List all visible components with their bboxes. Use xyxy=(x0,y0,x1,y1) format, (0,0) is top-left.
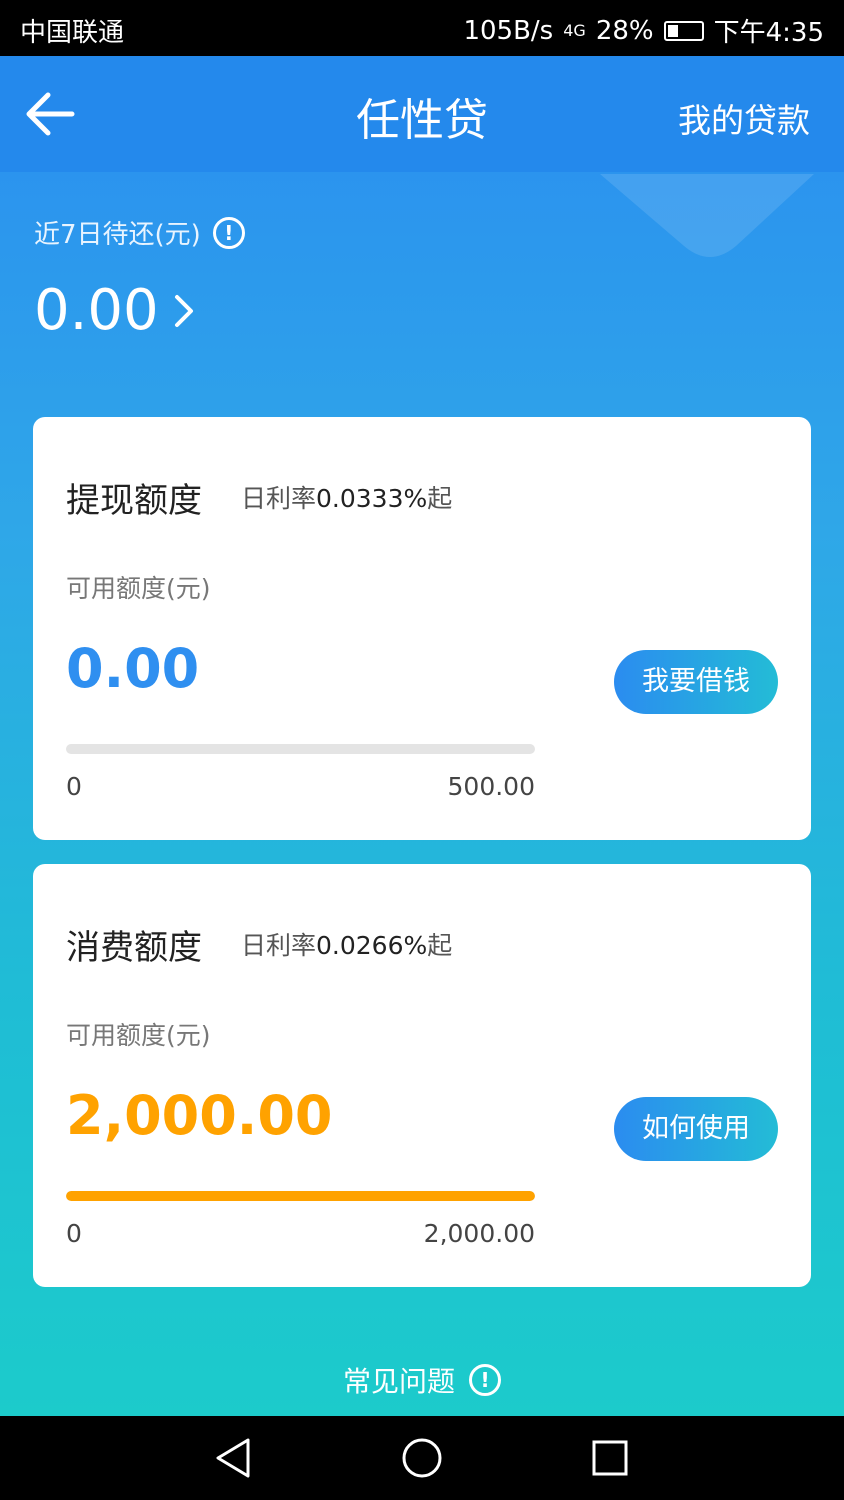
status-icons: 105B/s 4G 28% 下午4:35 xyxy=(463,12,824,49)
borrow-button[interactable]: 我要借钱 xyxy=(614,650,778,714)
cash-credit-card: 提现额度 日利率0.0333%起 可用额度(元) 0.00 我要借钱 0 500… xyxy=(33,417,811,840)
rate-suffix: 起 xyxy=(427,931,453,960)
card-title: 提现额度 xyxy=(66,481,202,521)
network-type: 4G xyxy=(563,21,586,40)
available-amount: 0.00 xyxy=(66,637,200,700)
chevron-right-icon xyxy=(174,294,193,327)
my-loans-link[interactable]: 我的贷款 xyxy=(678,94,810,142)
credit-progress-bar xyxy=(66,744,535,754)
rate-suffix: 起 xyxy=(427,484,453,513)
available-label: 可用额度(元) xyxy=(66,574,211,603)
info-icon[interactable]: ! xyxy=(212,216,245,249)
due-label-row: 近7日待还(元) ! xyxy=(34,214,245,251)
daily-rate: 日利率0.0266%起 xyxy=(241,926,452,962)
progress-min: 0 xyxy=(66,1219,82,1248)
clock: 下午4:35 xyxy=(713,18,824,48)
decorative-shape xyxy=(600,174,814,257)
rate-prefix: 日利率 xyxy=(241,484,317,513)
due-label: 近7日待还(元) xyxy=(34,220,201,250)
available-label: 可用额度(元) xyxy=(66,1021,211,1050)
credit-progress-bar xyxy=(66,1191,535,1201)
rate-prefix: 日利率 xyxy=(241,931,317,960)
progress-fill xyxy=(66,1191,535,1201)
progress-min: 0 xyxy=(66,772,82,801)
faq-link[interactable]: 常见问题 ! xyxy=(0,1360,844,1400)
status-bar: 中国联通 105B/s 4G 28% 下午4:35 xyxy=(0,0,844,56)
rate-value: 0.0333% xyxy=(316,484,428,513)
progress-max: 2,000.00 xyxy=(423,1219,535,1248)
app-header: 任性贷 我的贷款 xyxy=(0,56,844,172)
nav-back-icon[interactable] xyxy=(210,1434,258,1482)
app-screen: 任性贷 我的贷款 近7日待还(元) ! 0.00 提现额度 日利率0.0333%… xyxy=(0,56,844,1416)
nav-home-icon[interactable] xyxy=(398,1434,446,1482)
consumption-credit-card: 消费额度 日利率0.0266%起 可用额度(元) 2,000.00 如何使用 0… xyxy=(33,864,811,1287)
due-amount-row[interactable]: 0.00 xyxy=(34,278,197,343)
progress-max: 500.00 xyxy=(447,772,535,801)
faq-label: 常见问题 xyxy=(342,1365,455,1398)
net-speed: 105B/s xyxy=(463,15,554,46)
daily-rate: 日利率0.0333%起 xyxy=(241,479,452,515)
info-icon: ! xyxy=(469,1364,501,1396)
nav-recents-icon[interactable] xyxy=(586,1434,634,1482)
rate-value: 0.0266% xyxy=(316,931,428,960)
how-to-use-button[interactable]: 如何使用 xyxy=(614,1097,778,1161)
battery-icon xyxy=(663,20,704,41)
available-amount: 2,000.00 xyxy=(66,1084,333,1147)
carrier-label: 中国联通 xyxy=(20,18,125,48)
card-title: 消费额度 xyxy=(66,928,202,968)
battery-percent: 28% xyxy=(595,15,654,46)
due-amount: 0.00 xyxy=(34,278,159,343)
system-nav-bar xyxy=(0,1416,844,1500)
